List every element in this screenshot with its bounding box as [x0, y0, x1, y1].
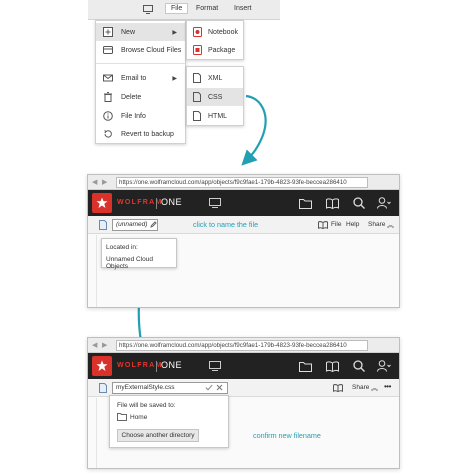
toolbar-share[interactable]: Share [368, 221, 385, 228]
book-icon[interactable] [325, 196, 339, 210]
back-icon[interactable]: ◀ [92, 341, 97, 349]
cell-gutter [96, 398, 97, 468]
wolfram-logo-icon[interactable] [92, 193, 112, 213]
url-bar[interactable]: https://one.wolframcloud.com/app/objects… [116, 340, 368, 351]
toolbar-help[interactable]: Help [346, 221, 359, 228]
forward-icon[interactable]: ▶ [102, 341, 107, 349]
notebook-view-icon[interactable] [208, 196, 222, 210]
filename-input[interactable]: myExternalStyle.css [112, 382, 228, 394]
pencil-icon[interactable] [150, 221, 157, 232]
folder-icon[interactable] [298, 359, 312, 373]
collapse-icon[interactable]: ︽ [387, 220, 394, 230]
button-label: Choose another directory [121, 432, 195, 439]
filename-value: (unnamed) [116, 221, 148, 228]
notebook-view-icon[interactable] [208, 359, 222, 373]
cell-gutter [96, 235, 97, 307]
folder-icon[interactable] [298, 196, 312, 210]
folder-icon [117, 413, 127, 423]
close-icon[interactable] [216, 384, 223, 395]
wolfram-toolbar: WOLFRAM ONE [88, 353, 399, 379]
book-icon[interactable] [333, 384, 343, 394]
checkmark-icon[interactable] [205, 384, 213, 395]
brand-separator [156, 198, 157, 209]
back-icon[interactable]: ◀ [92, 178, 97, 186]
arrow-menu-to-window [241, 94, 267, 166]
browser-window-1: ◀ ▶ https://one.wolframcloud.com/app/obj… [87, 174, 400, 308]
user-icon[interactable] [377, 359, 391, 373]
more-options-icon[interactable]: ••• [384, 382, 391, 391]
forward-icon[interactable]: ▶ [102, 178, 107, 186]
location-popup: Located in: Unnamed Cloud Objects [101, 238, 177, 270]
file-type-icon [99, 220, 107, 232]
brand-one: ONE [161, 197, 183, 207]
browser-chrome: ◀ ▶ https://one.wolframcloud.com/app/obj… [88, 338, 399, 353]
file-type-icon [99, 383, 107, 395]
brand-one: ONE [161, 360, 183, 370]
toolbar-file[interactable]: File [331, 221, 341, 228]
toolbar-share[interactable]: Share [352, 384, 369, 391]
search-icon[interactable] [352, 359, 366, 373]
browser-window-2: ◀ ▶ https://one.wolframcloud.com/app/obj… [87, 337, 400, 469]
callout-confirm: confirm new filename [253, 431, 321, 440]
wolfram-logo-icon[interactable] [92, 356, 112, 376]
url-bar[interactable]: https://one.wolframcloud.com/app/objects… [116, 177, 368, 188]
browser-chrome: ◀ ▶ https://one.wolframcloud.com/app/obj… [88, 175, 399, 190]
search-icon[interactable] [352, 196, 366, 210]
filename-field[interactable]: (unnamed) [112, 219, 158, 231]
popup-title: File will be saved to: [117, 402, 176, 409]
brand-separator [156, 361, 157, 372]
popup-location: Unnamed Cloud Objects [106, 256, 153, 270]
wolfram-toolbar: WOLFRAM ONE [88, 190, 399, 216]
popup-folder: Home [130, 414, 148, 421]
book-icon[interactable] [318, 221, 328, 231]
popup-title: Located in: [106, 244, 138, 251]
user-icon[interactable] [377, 196, 391, 210]
callout-name-file: click to name the file [193, 220, 259, 229]
filename-value: myExternalStyle.css [116, 384, 175, 391]
collapse-icon[interactable]: ︽ [371, 383, 378, 393]
book-icon[interactable] [325, 359, 339, 373]
save-location-popup: File will be saved to: Home Choose anoth… [109, 395, 229, 448]
choose-directory-button[interactable]: Choose another directory [117, 429, 199, 442]
